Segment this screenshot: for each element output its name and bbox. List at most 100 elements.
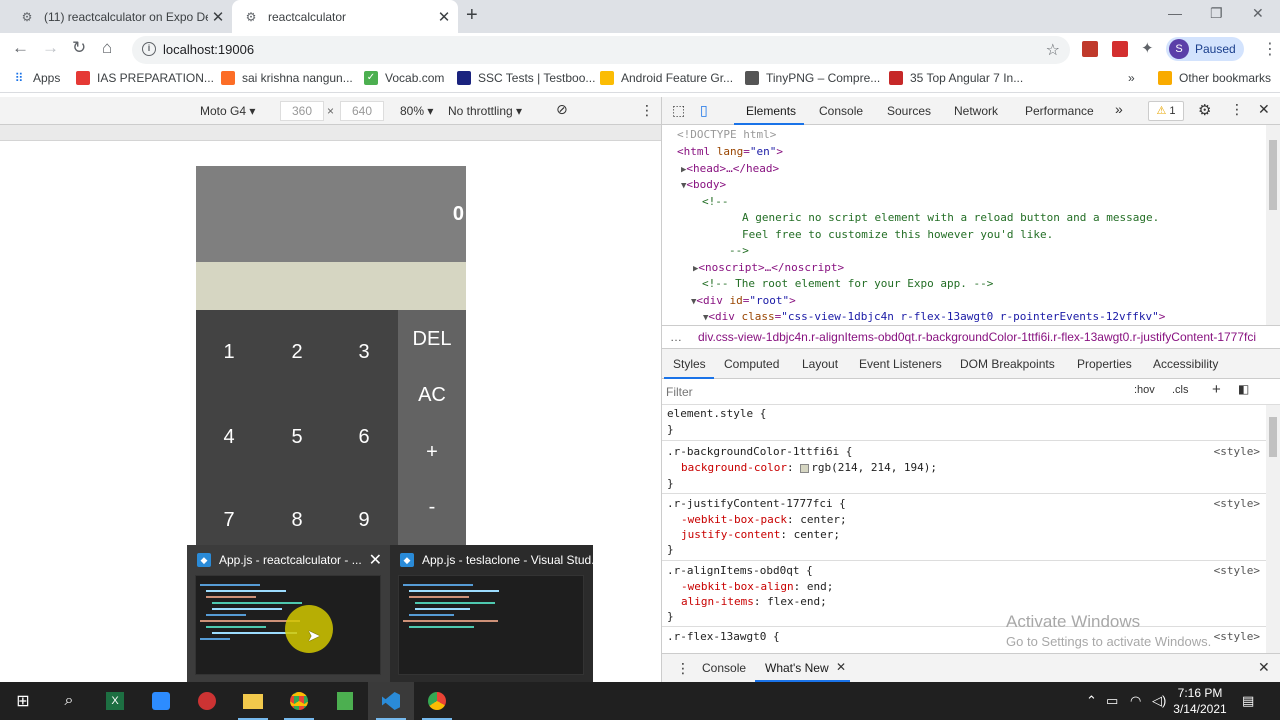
more-bookmarks-icon[interactable]: » bbox=[1128, 71, 1135, 85]
scrollbar-thumb[interactable] bbox=[1269, 417, 1277, 457]
dom-node-css-view[interactable]: ▼<div class="css-view-1dbjc4n r-flex-13a… bbox=[703, 309, 1165, 325]
tab-network[interactable]: Network bbox=[954, 104, 998, 118]
bookmark-other[interactable]: Other bookmarks bbox=[1158, 71, 1271, 85]
devtools-menu-icon[interactable]: ⋮ bbox=[1230, 101, 1244, 118]
dom-node-noscript[interactable]: ▶<noscript>…</noscript> bbox=[693, 260, 844, 278]
editor-app-icon[interactable] bbox=[322, 682, 368, 720]
digit-button[interactable]: 3 bbox=[344, 341, 384, 364]
tab-performance[interactable]: Performance bbox=[1025, 104, 1094, 118]
digit-button[interactable]: 1 bbox=[209, 341, 249, 364]
dom-scrollbar[interactable] bbox=[1266, 125, 1280, 325]
dom-node-html[interactable]: <html lang="en"> bbox=[677, 144, 783, 161]
site-info-icon[interactable]: i bbox=[142, 42, 156, 56]
digit-button[interactable]: 9 bbox=[344, 509, 384, 532]
home-icon[interactable]: ⌂ bbox=[102, 38, 112, 58]
windows-start-icon[interactable]: ⊞ bbox=[0, 682, 46, 720]
expand-triangle-icon[interactable]: ▶ bbox=[693, 264, 698, 274]
tab-dom-breakpoints[interactable]: DOM Breakpoints bbox=[960, 357, 1055, 371]
tab-computed[interactable]: Computed bbox=[724, 357, 779, 371]
new-tab-button[interactable]: + bbox=[466, 4, 478, 27]
bookmark-star-icon[interactable]: ☆ bbox=[1046, 40, 1060, 60]
device-select[interactable]: Moto G4 ▾ bbox=[200, 104, 255, 118]
digit-button[interactable]: 8 bbox=[277, 509, 317, 532]
minus-button[interactable]: - bbox=[398, 496, 466, 519]
bookmark-item[interactable]: sai krishna nangun... bbox=[221, 71, 353, 85]
digit-button[interactable]: 7 bbox=[209, 509, 249, 532]
new-style-rule-icon[interactable]: + bbox=[1212, 381, 1221, 398]
remote-app-icon[interactable] bbox=[184, 682, 230, 720]
preview-window-teslaclone[interactable]: ◆ App.js - teslaclone - Visual Stud... bbox=[390, 545, 601, 682]
style-declaration[interactable]: align-items: flex-end; bbox=[681, 595, 827, 608]
extensions-puzzle-icon[interactable]: ✦ bbox=[1141, 39, 1157, 57]
search-icon[interactable]: ⌕ bbox=[46, 682, 92, 720]
system-clock[interactable]: 7:16 PM 3/14/2021 bbox=[1170, 685, 1230, 717]
styles-scrollbar[interactable] bbox=[1266, 405, 1280, 653]
tab-properties[interactable]: Properties bbox=[1077, 357, 1132, 371]
volume-icon[interactable]: ◁) bbox=[1152, 693, 1166, 709]
close-window-icon[interactable]: ✕ bbox=[1252, 5, 1264, 22]
bookmark-item[interactable]: Android Feature Gr... bbox=[600, 71, 733, 85]
scrollbar-thumb[interactable] bbox=[1269, 140, 1277, 210]
bookmark-item[interactable]: SSC Tests | Testboo... bbox=[457, 71, 595, 85]
style-source-link[interactable]: <style> bbox=[1214, 630, 1260, 643]
bookmark-apps[interactable]: ⠿ Apps bbox=[12, 71, 61, 85]
back-arrow-icon[interactable]: ← bbox=[12, 38, 29, 58]
tab-elements[interactable]: Elements bbox=[746, 104, 796, 118]
style-declaration[interactable]: -webkit-box-align: end; bbox=[681, 580, 833, 593]
tab-styles[interactable]: Styles bbox=[673, 357, 706, 371]
clear-button[interactable]: AC bbox=[398, 384, 466, 407]
preview-window-reactcalculator[interactable]: ◆ App.js - reactcalculator - ... ✕ bbox=[187, 545, 390, 682]
drawer-tab-whats-new[interactable]: What's New bbox=[765, 661, 829, 675]
digit-button[interactable]: 4 bbox=[209, 426, 249, 449]
vscode-taskbar-icon[interactable] bbox=[368, 682, 414, 720]
device-mode-icon[interactable]: ▯ bbox=[700, 102, 708, 119]
extension-icon[interactable] bbox=[1082, 41, 1098, 57]
hov-toggle[interactable]: :hov bbox=[1134, 384, 1155, 396]
throttle-select[interactable]: No throttling ▾ bbox=[448, 104, 522, 118]
plus-button[interactable]: + bbox=[398, 441, 466, 464]
inspect-element-icon[interactable]: ⬚ bbox=[672, 102, 685, 119]
tab-console[interactable]: Console bbox=[819, 104, 863, 118]
dom-node-root-div[interactable]: ▼<div id="root"> bbox=[691, 293, 796, 311]
bookmark-item[interactable]: ✓ Vocab.com bbox=[364, 71, 444, 85]
bookmark-item[interactable]: 35 Top Angular 7 In... bbox=[889, 71, 1023, 85]
restore-window-icon[interactable]: ❐ bbox=[1210, 5, 1223, 22]
address-bar[interactable]: i localhost:19006 ☆ bbox=[132, 36, 1070, 64]
dom-node-body[interactable]: ▼<body> bbox=[681, 177, 726, 195]
style-source-link[interactable]: <style> bbox=[1214, 564, 1260, 577]
chrome-profile-icon[interactable] bbox=[414, 682, 460, 720]
viewport-height-input[interactable]: 640 bbox=[340, 101, 384, 121]
tab-sources[interactable]: Sources bbox=[887, 104, 931, 118]
warning-badge[interactable]: ⚠ 1 bbox=[1148, 101, 1184, 121]
styles-filter-input[interactable] bbox=[666, 383, 1124, 401]
delete-button[interactable]: DEL bbox=[398, 328, 466, 351]
chrome-icon[interactable] bbox=[276, 682, 322, 720]
digit-button[interactable]: 6 bbox=[344, 426, 384, 449]
rotate-icon[interactable]: ⊘ bbox=[556, 101, 568, 118]
collapse-triangle-icon[interactable]: ▼ bbox=[681, 181, 686, 191]
device-toolbar-menu-icon[interactable]: ⋮ bbox=[640, 102, 654, 119]
color-swatch[interactable] bbox=[800, 463, 810, 473]
digit-button[interactable]: 2 bbox=[277, 341, 317, 364]
cls-toggle[interactable]: .cls bbox=[1172, 384, 1189, 396]
reload-icon[interactable]: ↻ bbox=[72, 38, 86, 58]
toggle-sidebar-icon[interactable]: ◧ bbox=[1238, 382, 1249, 396]
extension-icon[interactable] bbox=[1112, 41, 1128, 57]
style-source-link[interactable]: <style> bbox=[1214, 445, 1260, 458]
breadcrumb-item[interactable]: div.css-view-1dbjc4n.r-alignItems-obd0qt… bbox=[698, 330, 1256, 344]
tab-accessibility[interactable]: Accessibility bbox=[1153, 357, 1218, 371]
collapse-triangle-icon[interactable]: ▼ bbox=[691, 297, 696, 307]
viewport-width-input[interactable]: 360 bbox=[280, 101, 324, 121]
expand-triangle-icon[interactable]: ▶ bbox=[681, 165, 686, 175]
bookmark-item[interactable]: IAS PREPARATION... bbox=[76, 71, 214, 85]
close-drawer-tab-icon[interactable]: ✕ bbox=[836, 660, 846, 674]
collapse-triangle-icon[interactable]: ▼ bbox=[703, 313, 708, 323]
close-tab-icon[interactable]: ✕ bbox=[208, 8, 228, 26]
excel-icon[interactable]: X bbox=[92, 682, 138, 720]
forward-arrow-icon[interactable]: → bbox=[42, 38, 59, 58]
settings-gear-icon[interactable]: ⚙ bbox=[1198, 101, 1211, 119]
dom-node-head[interactable]: ▶<head>…</head> bbox=[681, 161, 779, 179]
meeting-app-icon[interactable] bbox=[138, 682, 184, 720]
browser-tab-expo[interactable]: ⚙ (11) reactcalculator on Expo Dev ✕ bbox=[8, 0, 232, 33]
battery-icon[interactable]: ▭ bbox=[1106, 693, 1118, 709]
